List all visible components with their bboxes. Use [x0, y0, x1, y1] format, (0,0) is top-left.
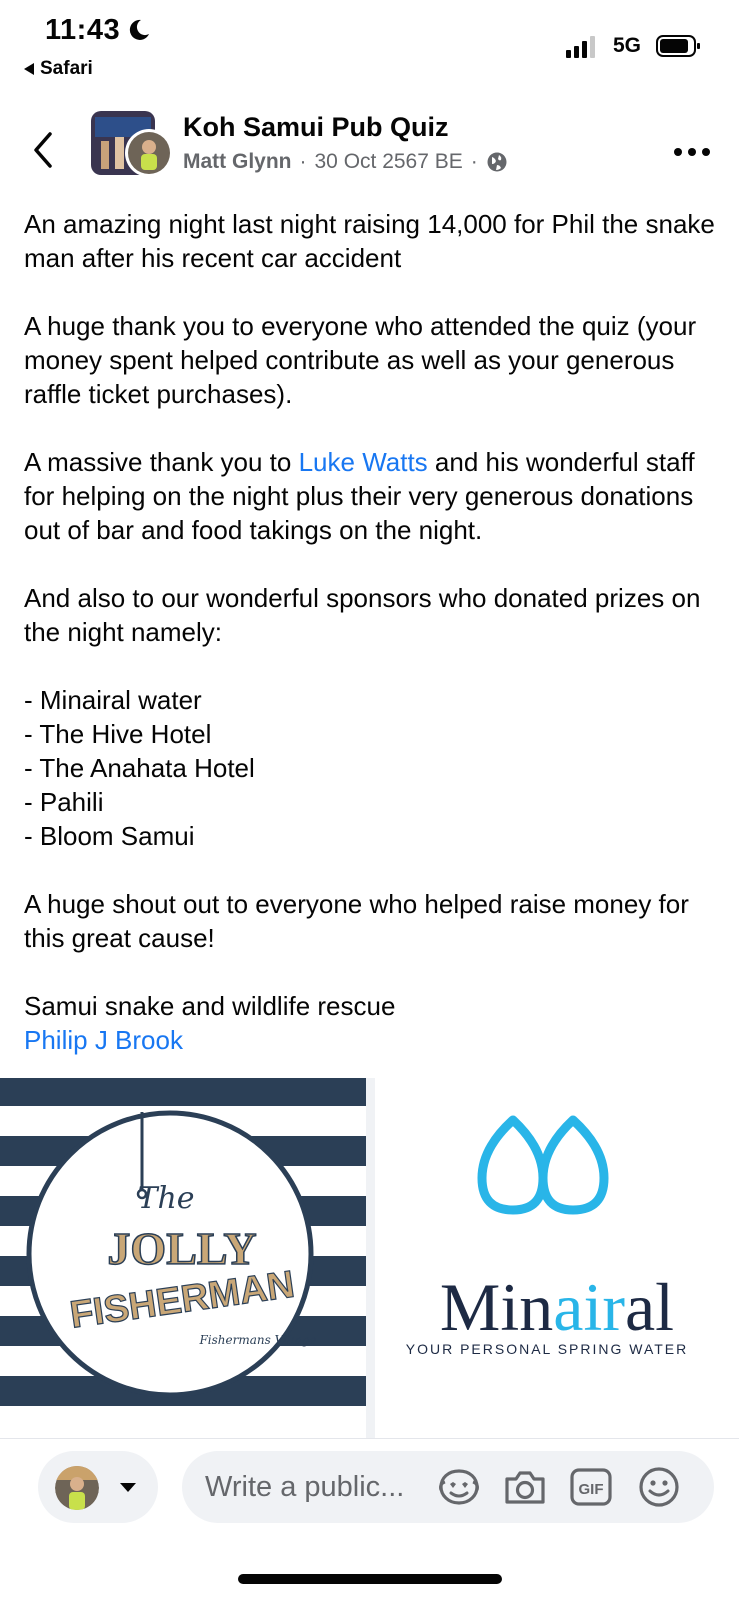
comment-placeholder: Write a public... [205, 1471, 405, 1503]
camera-icon[interactable] [502, 1464, 548, 1510]
network-label: 5G [613, 34, 642, 57]
post-paragraph: A huge thank you to everyone who attende… [24, 311, 697, 409]
page-name[interactable]: Koh Samui Pub Quiz [183, 112, 449, 143]
sponsor-item: - The Hive Hotel [24, 719, 212, 749]
page-avatar[interactable] [91, 111, 175, 179]
brand-al: al [625, 1269, 674, 1345]
moon-icon [129, 19, 149, 40]
more-options-icon[interactable] [672, 146, 712, 158]
logo-the: The [137, 1181, 194, 1216]
post-paragraph: An amazing night last night raising 14,0… [24, 209, 715, 273]
mention-link-philip-j-brook[interactable]: Philip J Brook [24, 1023, 724, 1057]
meta-separator: · [299, 150, 307, 173]
jolly-fisherman-image[interactable]: The JOLLY FISHERMAN Fishermans Village [0, 1078, 366, 1438]
water-drops-icon [477, 1115, 609, 1215]
meta-separator: · [470, 150, 478, 173]
caret-down-icon [120, 1483, 136, 1492]
mention-link-luke-watts[interactable]: Luke Watts [299, 447, 428, 477]
globe-icon [487, 152, 507, 172]
battery-icon [656, 35, 700, 57]
back-to-safari[interactable]: Safari [24, 58, 93, 80]
home-indicator[interactable] [238, 1574, 502, 1584]
svg-text:GIF: GIF [579, 1481, 604, 1498]
sponsor-item: - Minairal water [24, 685, 202, 715]
post-date[interactable]: 30 Oct 2567 BE [315, 150, 463, 174]
emoji-icon[interactable] [636, 1464, 682, 1510]
post-paragraph: A huge shout out to everyone who helped … [24, 889, 689, 953]
avatar-sticker-icon[interactable] [436, 1464, 482, 1510]
back-chevron-icon[interactable] [30, 130, 54, 170]
back-triangle-icon [24, 63, 34, 75]
status-time: 11:43 [45, 14, 121, 46]
back-app-label: Safari [40, 58, 93, 79]
text-span: A massive thank you to [24, 447, 299, 477]
image-divider [366, 1078, 375, 1438]
minairal-image[interactable]: Minairal YOUR PERSONAL SPRING WATER [375, 1078, 739, 1438]
signal-icon [566, 36, 595, 58]
post-paragraph: Samui snake and wildlife rescue [24, 991, 396, 1021]
brand-air: air [553, 1269, 625, 1345]
brand-min: Min [440, 1269, 553, 1345]
gif-icon[interactable]: GIF [568, 1464, 614, 1510]
post-meta: Matt Glynn · 30 Oct 2567 BE · [183, 150, 508, 174]
logo-jolly: JOLLY [107, 1223, 256, 1274]
post-paragraph: And also to our wonderful sponsors who d… [24, 583, 701, 647]
sponsor-item: - Pahili [24, 787, 104, 817]
brand-tagline: YOUR PERSONAL SPRING WATER [406, 1341, 689, 1357]
post-paragraph: A massive thank you to Luke Watts and hi… [24, 445, 724, 547]
sponsor-item: - Bloom Samui [24, 821, 195, 851]
sponsor-item: - The Anahata Hotel [24, 753, 255, 783]
logo-sub: Fishermans Village [198, 1333, 316, 1347]
post-text: An amazing night last night raising 14,0… [24, 207, 724, 1057]
user-avatar [55, 1466, 99, 1510]
post-author[interactable]: Matt Glynn [183, 150, 292, 174]
svg-text:Minairal: Minairal [440, 1269, 674, 1345]
